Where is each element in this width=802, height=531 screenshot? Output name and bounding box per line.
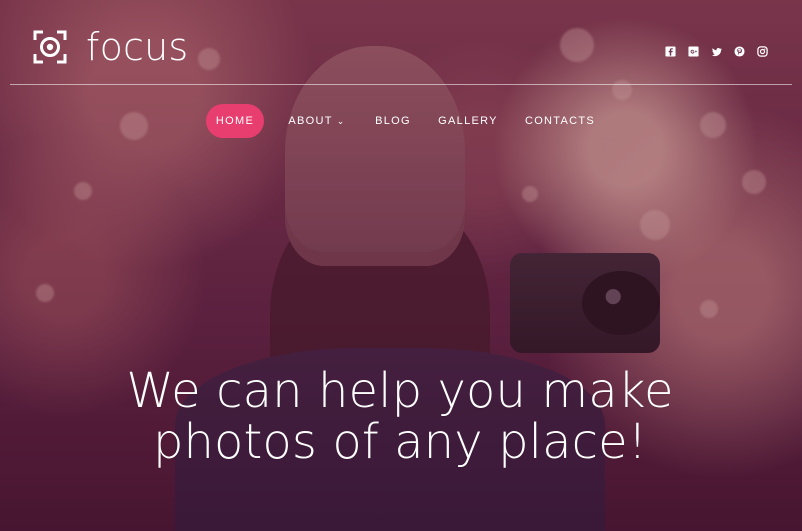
instagram-icon[interactable] [757, 46, 768, 57]
hero-headline-line-1: We can help you make [126, 363, 674, 420]
main-navigation: HOME ABOUT ⌄ BLOG GALLERY CONTACTS [206, 104, 594, 138]
hero-headline-line-2: photos of any place! [152, 413, 648, 470]
nav-blog[interactable]: BLOG [374, 104, 412, 138]
nav-home-label: HOME [215, 115, 255, 127]
pinterest-icon[interactable] [734, 46, 745, 57]
focus-logo-icon [33, 30, 67, 64]
nav-contacts-label: CONTACTS [524, 115, 596, 127]
hero-section: focus HOME ABOUT ⌄ BLOG GALLERY CONTACTS… [0, 0, 802, 531]
brand[interactable]: focus [32, 28, 188, 66]
hero-headline: We can help you make photos of any place… [110, 366, 690, 467]
google-plus-icon[interactable] [688, 46, 699, 57]
nav-about-label: ABOUT [288, 115, 333, 127]
chevron-down-icon: ⌄ [336, 115, 346, 126]
nav-gallery[interactable]: GALLERY [438, 104, 498, 138]
header-divider [10, 84, 792, 85]
facebook-icon[interactable] [665, 46, 676, 57]
nav-gallery-label: GALLERY [438, 115, 498, 127]
twitter-icon[interactable] [711, 46, 722, 57]
nav-home[interactable]: HOME [206, 104, 264, 138]
nav-blog-label: BLOG [375, 115, 411, 127]
brand-name: focus [86, 25, 189, 69]
nav-about[interactable]: ABOUT ⌄ [288, 104, 346, 138]
site-header: focus [0, 0, 802, 84]
social-links [665, 46, 768, 57]
nav-contacts[interactable]: CONTACTS [524, 104, 596, 138]
